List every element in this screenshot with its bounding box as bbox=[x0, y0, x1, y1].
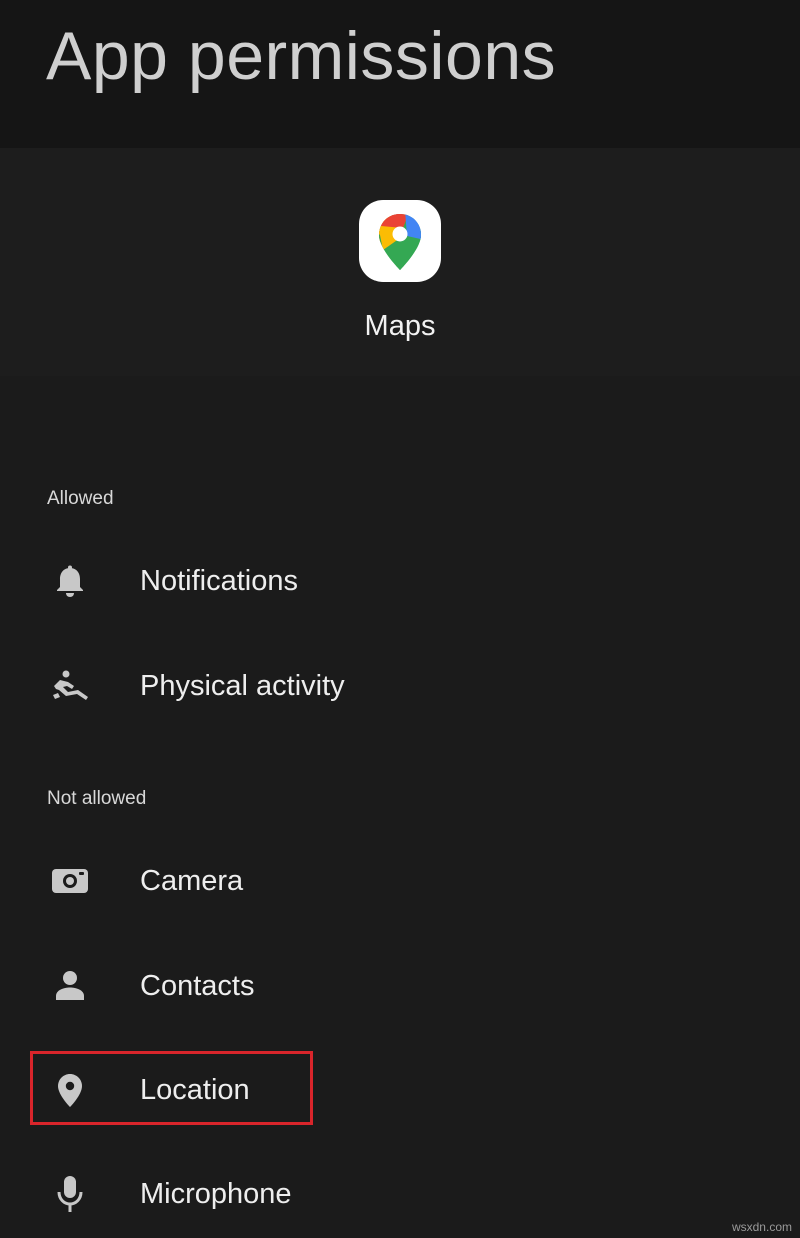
watermark-text: wsxdn.com bbox=[731, 1220, 792, 1234]
physical-activity-icon bbox=[48, 664, 92, 708]
app-name: Maps bbox=[364, 310, 436, 342]
microphone-icon bbox=[48, 1172, 92, 1216]
app-bar: App permissions bbox=[0, 0, 800, 148]
permission-label: Notifications bbox=[140, 565, 298, 597]
permission-item-camera[interactable]: Camera bbox=[0, 831, 800, 931]
page-title: App permissions bbox=[46, 18, 557, 94]
permission-item-contacts[interactable]: Contacts bbox=[0, 936, 800, 1036]
permission-label: Contacts bbox=[140, 970, 255, 1002]
permission-item-physical-activity[interactable]: Physical activity bbox=[0, 636, 800, 736]
section-header-not-allowed: Not allowed bbox=[47, 788, 147, 809]
person-icon bbox=[48, 964, 92, 1008]
permission-label: Microphone bbox=[140, 1178, 292, 1210]
permission-item-notifications[interactable]: Notifications bbox=[0, 531, 800, 631]
section-header-allowed: Allowed bbox=[47, 488, 114, 509]
bell-icon bbox=[48, 559, 92, 603]
permission-label: Camera bbox=[140, 865, 244, 897]
camera-icon bbox=[48, 859, 92, 903]
permission-label: Physical activity bbox=[140, 670, 345, 702]
app-permissions-screen: App permissions Maps Allowed Notificatio… bbox=[0, 0, 800, 1238]
permission-item-microphone[interactable]: Microphone bbox=[0, 1144, 800, 1238]
google-maps-icon bbox=[359, 200, 441, 282]
location-highlight-box bbox=[30, 1051, 313, 1125]
